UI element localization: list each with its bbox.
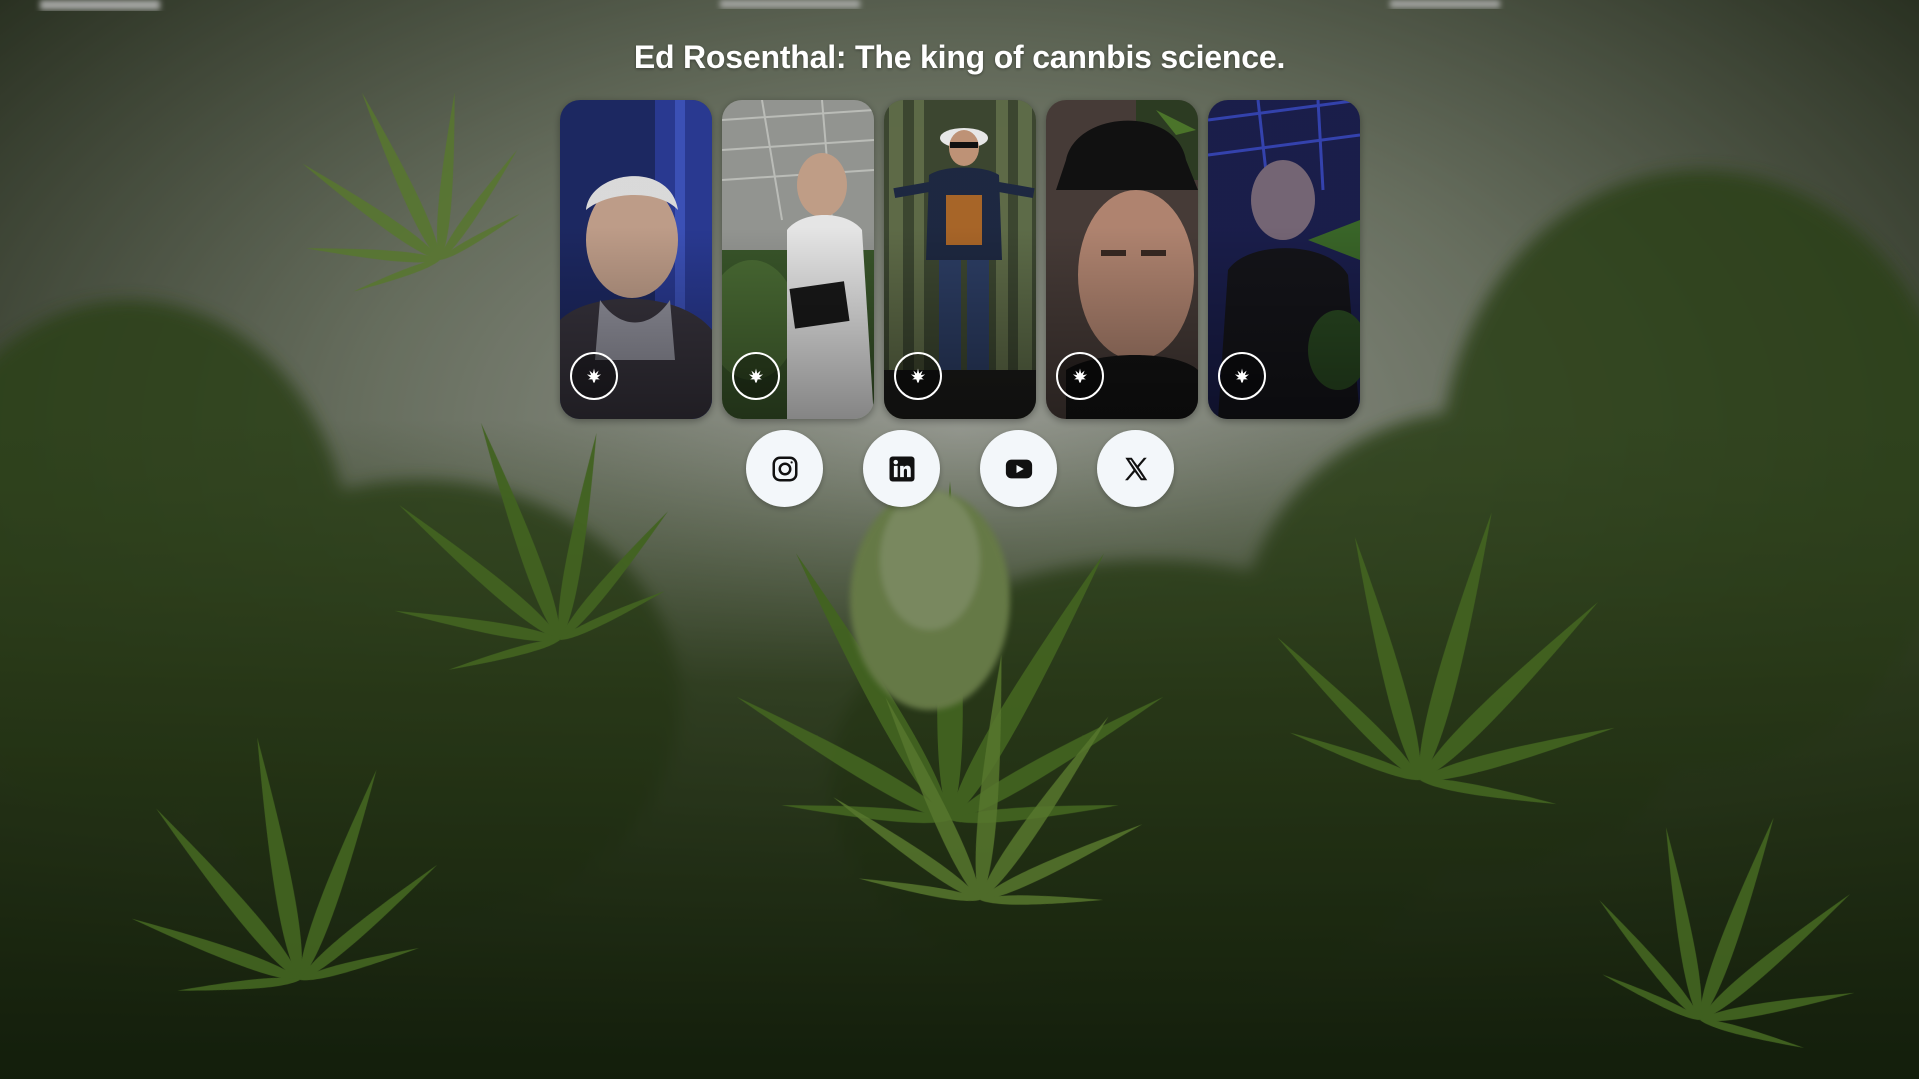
social-links [746,430,1174,507]
x-button[interactable] [1097,430,1174,507]
gallery-card[interactable] [1208,100,1360,419]
card-badge[interactable] [1218,352,1266,400]
card-badge[interactable] [1056,352,1104,400]
cannabis-leaf-icon [748,368,764,383]
photo-gallery [560,100,1360,419]
youtube-button[interactable] [980,430,1057,507]
cannabis-leaf-icon [586,368,602,383]
gallery-card[interactable] [722,100,874,419]
page: Ed Rosenthal: The king of cannbis scienc… [0,0,1919,1079]
gallery-card[interactable] [1046,100,1198,419]
instagram-icon [772,456,797,481]
linkedin-icon [889,456,914,481]
cannabis-leaf-icon [1234,368,1250,383]
cannabis-leaf-icon [1072,368,1088,383]
page-title: Ed Rosenthal: The king of cannbis scienc… [633,39,1286,76]
gallery-card[interactable] [884,100,1036,419]
youtube-icon [1005,459,1032,478]
card-badge[interactable] [894,352,942,400]
card-badge[interactable] [570,352,618,400]
card-badge[interactable] [732,352,780,400]
gallery-card[interactable] [560,100,712,419]
cannabis-leaf-icon [910,368,926,383]
instagram-button[interactable] [746,430,823,507]
x-icon [1124,457,1147,480]
linkedin-button[interactable] [863,430,940,507]
